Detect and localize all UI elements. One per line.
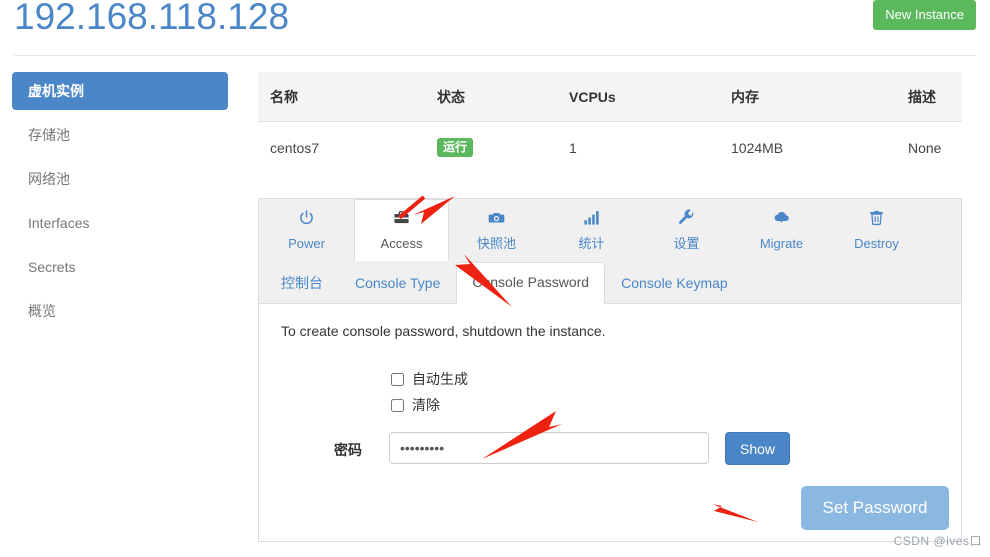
cell-instance-description: None <box>908 139 942 156</box>
tab-migrate-label: Migrate <box>759 236 804 251</box>
cell-instance-vcpus: 1 <box>569 139 577 156</box>
cell-instance-state: 运行 <box>425 122 557 174</box>
sidebar-item-secrets[interactable]: Secrets <box>12 248 228 286</box>
column-header-memory: 内存 <box>719 72 896 122</box>
tab-console-keymap[interactable]: Console Keymap <box>605 263 744 304</box>
auto-generate-checkbox-row[interactable]: 自动生成 <box>391 369 468 389</box>
tab-access[interactable]: Access <box>354 199 449 261</box>
tab-power-label: Power <box>288 236 325 251</box>
tab-settings-label: 设置 <box>673 236 700 251</box>
watermark: CSDN @ives口 <box>893 534 982 548</box>
clear-checkbox-row[interactable]: 清除 <box>391 395 440 415</box>
page-title: 192.168.118.128 <box>14 0 290 37</box>
panel-note: To create console password, shutdown the… <box>281 323 606 339</box>
column-header-state: 状态 <box>425 72 557 122</box>
console-sub-tabs: 控制台 Console Type Console Password Consol… <box>258 260 962 304</box>
tab-stats-label: 统计 <box>578 236 605 251</box>
tab-access-label: Access <box>380 236 423 251</box>
tab-destroy-label: Destroy <box>854 236 899 251</box>
console-password-panel: To create console password, shutdown the… <box>258 304 962 542</box>
clear-label: 清除 <box>412 397 440 413</box>
password-input[interactable] <box>389 432 709 464</box>
cell-instance-name[interactable]: centos7 <box>258 122 425 174</box>
trash-icon <box>830 209 923 231</box>
sidebar-item-interfaces[interactable]: Interfaces <box>12 204 228 242</box>
auto-generate-label: 自动生成 <box>412 371 468 387</box>
status-badge: 运行 <box>437 138 474 157</box>
main-content: 名称 状态 VCPUs 内存 描述 centos7 运行 1 1024MB No… <box>258 72 962 542</box>
column-header-description: 描述 <box>896 72 962 122</box>
tab-console-password[interactable]: Console Password <box>456 262 606 304</box>
cell-instance-memory: 1024MB <box>731 139 784 156</box>
camera-icon <box>450 209 543 231</box>
table-row[interactable]: centos7 运行 1 1024MB None <box>258 122 962 174</box>
tab-stats[interactable]: 统计 <box>544 199 639 261</box>
table-header-row: 名称 状态 VCPUs 内存 描述 <box>258 72 962 122</box>
sidebar-item-network-pool[interactable]: 网络池 <box>12 160 228 198</box>
briefcase-icon <box>355 209 448 231</box>
column-header-name: 名称 <box>258 72 425 122</box>
header-divider <box>14 55 976 56</box>
instance-action-tabs: Power Access 快照池 统计 设置 Migrate Destroy <box>258 198 962 261</box>
tab-power[interactable]: Power <box>259 199 354 261</box>
auto-generate-checkbox[interactable] <box>391 372 404 386</box>
clear-checkbox[interactable] <box>391 398 404 412</box>
tab-settings[interactable]: 设置 <box>639 199 734 261</box>
set-password-button[interactable]: Set Password <box>801 486 949 530</box>
sidebar-item-overview[interactable]: 概览 <box>12 292 228 330</box>
tab-migrate[interactable]: Migrate <box>734 199 829 261</box>
sidebar: 虚机实例 存储池 网络池 Interfaces Secrets 概览 <box>0 72 240 336</box>
show-password-button[interactable]: Show <box>725 432 791 465</box>
cloud-download-icon <box>735 209 828 231</box>
tab-console-type[interactable]: Console Type <box>339 263 456 304</box>
sidebar-item-storage-pool[interactable]: 存储池 <box>12 116 228 154</box>
wrench-icon <box>640 209 733 231</box>
bar-chart-icon <box>545 209 638 231</box>
password-label: 密码 <box>334 442 362 458</box>
power-icon <box>260 209 353 231</box>
column-header-vcpus: VCPUs <box>557 72 719 122</box>
tab-snapshot-pool-label: 快照池 <box>476 236 516 251</box>
tab-destroy[interactable]: Destroy <box>829 199 924 261</box>
instance-table: 名称 状态 VCPUs 内存 描述 centos7 运行 1 1024MB No… <box>258 72 962 174</box>
sidebar-item-instances[interactable]: 虚机实例 <box>12 72 228 110</box>
new-instance-button[interactable]: New Instance <box>873 0 976 30</box>
tab-snapshot-pool[interactable]: 快照池 <box>449 199 544 261</box>
tab-console[interactable]: 控制台 <box>265 263 339 304</box>
